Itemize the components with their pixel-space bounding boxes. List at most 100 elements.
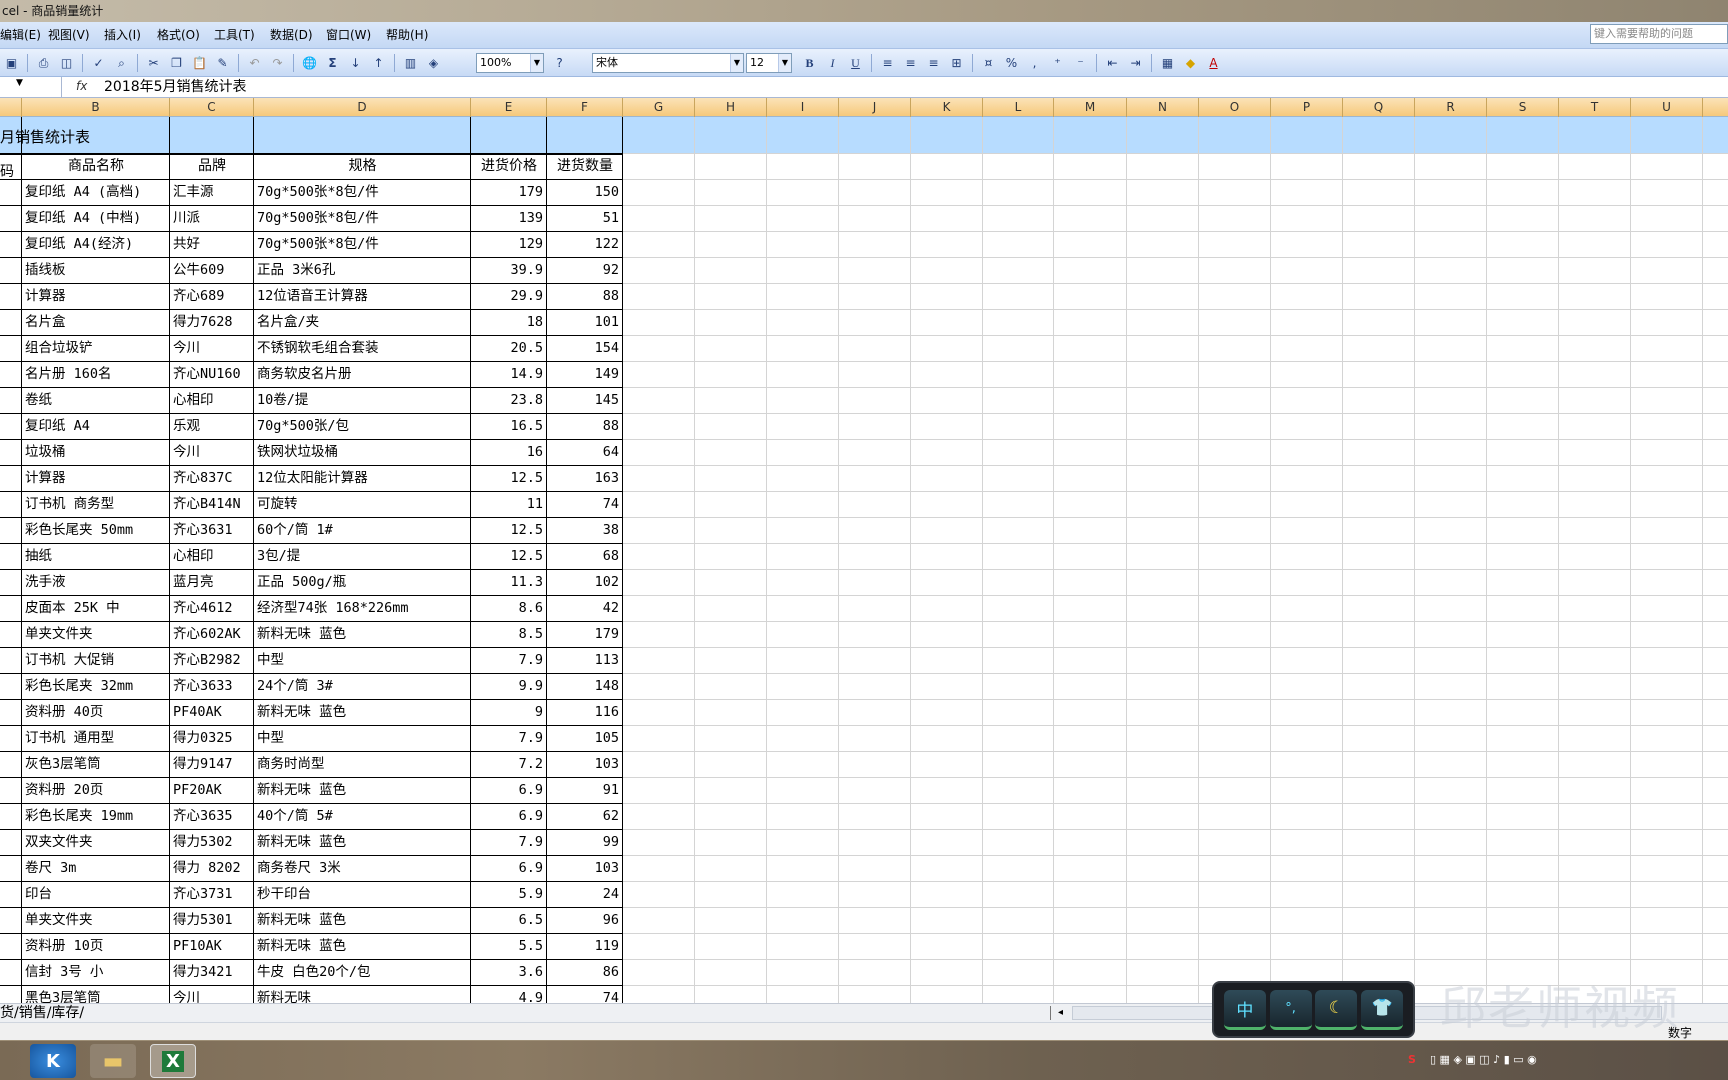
chevron-down-icon[interactable]: ▼ — [16, 78, 23, 88]
cell-quantity[interactable]: 86 — [547, 959, 623, 985]
cell-brand[interactable]: PF10AK — [173, 933, 254, 959]
cell-spec[interactable]: 新料无味 蓝色 — [257, 621, 471, 647]
cell-spec[interactable]: 铁网状垃圾桶 — [257, 439, 471, 465]
column-header-a[interactable] — [0, 98, 22, 117]
cell-brand[interactable]: 齐心3731 — [173, 881, 254, 907]
menu-insert[interactable]: 插入(I) — [104, 22, 141, 49]
cell-brand[interactable]: 心相印 — [173, 543, 254, 569]
cell-spec[interactable]: 正品 500g/瓶 — [257, 569, 471, 595]
cell-spec[interactable]: 可旋转 — [257, 491, 471, 517]
cell-quantity[interactable]: 99 — [547, 829, 623, 855]
cell-brand[interactable]: 得力0325 — [173, 725, 254, 751]
ime-punctuation-button[interactable]: °, — [1269, 989, 1312, 1030]
column-header-n[interactable]: N — [1127, 98, 1199, 117]
cell-price[interactable]: 7.9 — [471, 725, 547, 751]
sogou-icon[interactable]: S — [1408, 1053, 1416, 1066]
chart-wizard-icon[interactable]: ▥ — [401, 53, 420, 73]
insert-function-icon[interactable]: fx — [76, 79, 87, 93]
cell-brand[interactable]: 得力 8202 — [173, 855, 254, 881]
increase-indent-icon[interactable]: ⇥ — [1126, 53, 1145, 73]
cell-spec[interactable]: 60个/筒 1# — [257, 517, 471, 543]
increase-decimal-icon[interactable]: ⁺ — [1048, 53, 1067, 73]
menu-edit[interactable]: 编辑(E) — [0, 22, 41, 49]
cell-quantity[interactable]: 163 — [547, 465, 623, 491]
cell-quantity[interactable]: 113 — [547, 647, 623, 673]
column-header-b[interactable]: B — [22, 98, 170, 117]
cell-price[interactable]: 16 — [471, 439, 547, 465]
cell-brand[interactable]: 齐心B414N — [173, 491, 254, 517]
column-header-k[interactable]: K — [911, 98, 983, 117]
cell-price[interactable]: 29.9 — [471, 283, 547, 309]
undo-icon[interactable]: ↶ — [245, 53, 264, 73]
sort-ascending-icon[interactable]: ↓ — [346, 53, 365, 73]
cell-spec[interactable]: 24个/筒 3# — [257, 673, 471, 699]
cell-price[interactable]: 14.9 — [471, 361, 547, 387]
cell-spec[interactable]: 70g*500张*8包/件 — [257, 179, 471, 205]
cell-price[interactable]: 7.9 — [471, 829, 547, 855]
column-header-e[interactable]: E — [471, 98, 547, 117]
cell-spec[interactable]: 商务卷尺 3米 — [257, 855, 471, 881]
cell-spec[interactable]: 经济型74张 168*226mm — [257, 595, 471, 621]
align-right-icon[interactable]: ≡ — [924, 53, 943, 73]
sheet-title-cell[interactable]: 月销售统计表 — [0, 126, 90, 147]
cell-product-name[interactable]: 复印纸 A4 (高档) — [25, 179, 170, 205]
cell-spec[interactable]: 70g*500张/包 — [257, 413, 471, 439]
cell-brand[interactable]: 齐心3631 — [173, 517, 254, 543]
column-header-c[interactable]: C — [170, 98, 254, 117]
cell-quantity[interactable]: 74 — [547, 491, 623, 517]
merge-center-icon[interactable]: ⊞ — [947, 53, 966, 73]
cell-spec[interactable]: 秒干印台 — [257, 881, 471, 907]
align-center-icon[interactable]: ≡ — [901, 53, 920, 73]
cell-price[interactable]: 16.5 — [471, 413, 547, 439]
cell-price[interactable]: 23.8 — [471, 387, 547, 413]
cell-product-name[interactable]: 计算器 — [25, 283, 170, 309]
borders-icon[interactable]: ▦ — [1158, 53, 1177, 73]
header-price[interactable]: 进货价格 — [471, 153, 547, 179]
cell-brand[interactable]: 齐心689 — [173, 283, 254, 309]
cell-product-name[interactable]: 资料册 10页 — [25, 933, 170, 959]
cell-product-name[interactable]: 皮面本 25K 中 — [25, 595, 170, 621]
cell-brand[interactable]: 公牛609 — [173, 257, 254, 283]
cell-quantity[interactable]: 88 — [547, 413, 623, 439]
cell-product-name[interactable]: 复印纸 A4 (中档) — [25, 205, 170, 231]
cell-brand[interactable]: 齐心B2982 — [173, 647, 254, 673]
header-quantity[interactable]: 进货数量 — [547, 153, 623, 179]
scroll-left-icon[interactable]: ◂ — [1058, 1004, 1063, 1022]
sheet-tabs[interactable]: 货/销售/库存/ — [0, 1004, 84, 1022]
column-header-s[interactable]: S — [1487, 98, 1559, 117]
cell-quantity[interactable]: 122 — [547, 231, 623, 257]
cell-brand[interactable]: 得力3421 — [173, 959, 254, 985]
font-size-select[interactable]: 12 ▼ — [746, 53, 792, 73]
name-box[interactable]: ▼ — [0, 77, 62, 97]
cell-price[interactable]: 18 — [471, 309, 547, 335]
cell-product-name[interactable]: 名片册 160名 — [25, 361, 170, 387]
cell-price[interactable]: 5.5 — [471, 933, 547, 959]
format-painter-icon[interactable]: ✎ — [213, 53, 232, 73]
cell-price[interactable]: 9 — [471, 699, 547, 725]
column-header-d[interactable]: D — [254, 98, 471, 117]
cell-price[interactable]: 4.9 — [471, 985, 547, 1003]
cell-price[interactable]: 9.9 — [471, 673, 547, 699]
cell-brand[interactable]: 得力5301 — [173, 907, 254, 933]
paste-icon[interactable]: 📋 — [190, 53, 209, 73]
percent-button[interactable]: % — [1002, 53, 1021, 73]
cell-quantity[interactable]: 42 — [547, 595, 623, 621]
chevron-down-icon[interactable]: ▼ — [530, 54, 543, 72]
cell-brand[interactable]: 乐观 — [173, 413, 254, 439]
cell-product-name[interactable]: 双夹文件夹 — [25, 829, 170, 855]
column-header-i[interactable]: I — [767, 98, 839, 117]
copy-icon[interactable]: ❐ — [167, 53, 186, 73]
cell-price[interactable]: 139 — [471, 205, 547, 231]
column-header-o[interactable]: O — [1199, 98, 1271, 117]
cell-quantity[interactable]: 145 — [547, 387, 623, 413]
cell-product-name[interactable]: 组合垃圾铲 — [25, 335, 170, 361]
cell-spec[interactable]: 70g*500张*8包/件 — [257, 231, 471, 257]
bold-button[interactable]: B — [800, 53, 819, 73]
cell-spec[interactable]: 商务软皮名片册 — [257, 361, 471, 387]
cell-spec[interactable]: 新料无味 蓝色 — [257, 829, 471, 855]
cell-quantity[interactable]: 88 — [547, 283, 623, 309]
cell-spec[interactable]: 新料无味 — [257, 985, 471, 1003]
column-header-q[interactable]: Q — [1343, 98, 1415, 117]
cell-product-name[interactable]: 订书机 通用型 — [25, 725, 170, 751]
column-header-l[interactable]: L — [983, 98, 1054, 117]
